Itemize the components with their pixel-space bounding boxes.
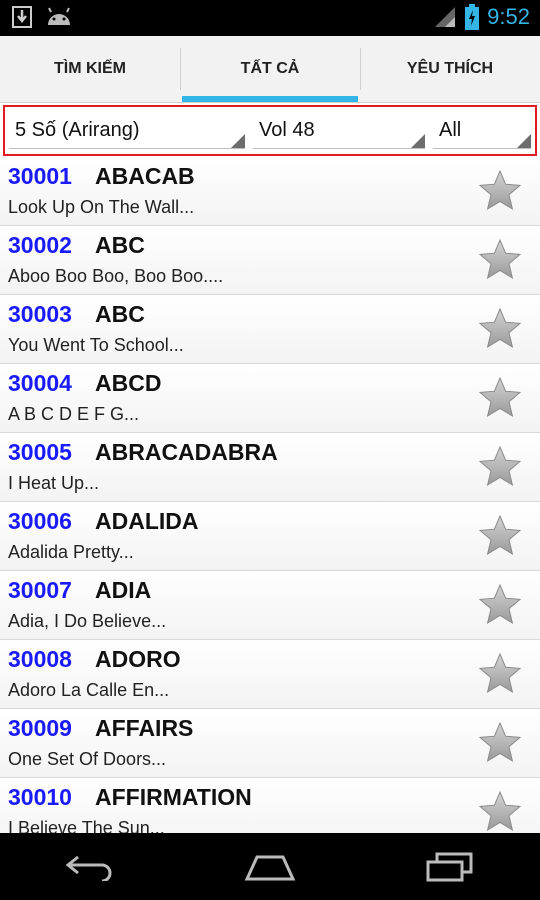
home-icon xyxy=(244,855,296,880)
scope-spinner-value: All xyxy=(439,118,462,141)
song-row[interactable]: 30008 ADORO Adoro La Calle En... xyxy=(0,640,540,709)
tab-all[interactable]: TẤT CẢ xyxy=(180,36,360,102)
song-number: 30004 xyxy=(8,370,72,396)
category-spinner-value: 5 Số (Arirang) xyxy=(15,118,140,141)
song-lyric: I Believe The Sun... xyxy=(8,818,165,833)
dropdown-arrow-icon xyxy=(231,133,245,148)
scope-spinner[interactable]: All xyxy=(433,113,531,149)
recent-apps-button[interactable] xyxy=(415,847,485,887)
song-title: ADALIDA xyxy=(95,508,199,534)
favorite-star-icon[interactable] xyxy=(478,307,522,351)
favorite-star-icon[interactable] xyxy=(478,514,522,558)
song-title: ABACAB xyxy=(95,163,195,189)
battery-charging-icon xyxy=(465,4,480,30)
song-number: 30002 xyxy=(8,232,72,258)
song-row[interactable]: 30003 ABC You Went To School... xyxy=(0,295,540,364)
tab-favorites[interactable]: YÊU THÍCH xyxy=(360,36,540,102)
clock: 9:52 xyxy=(487,4,530,29)
android-icon xyxy=(48,7,70,25)
song-title: AFFIRMATION xyxy=(95,784,252,810)
song-lyric: One Set Of Doors... xyxy=(8,749,167,769)
song-list[interactable]: 30001 ABACAB Look Up On The Wall... 30002 AB… xyxy=(0,157,540,833)
song-number: 30007 xyxy=(8,577,72,603)
song-title: ADIA xyxy=(95,577,152,603)
favorite-star-icon[interactable] xyxy=(478,721,522,765)
tab-bar: TÌM KIẾM TẤT CẢ YÊU THÍCH xyxy=(0,36,540,103)
song-title: ABC xyxy=(95,232,145,258)
status-bar: 9:52 xyxy=(0,0,540,36)
song-title: ABC xyxy=(95,301,145,327)
song-row[interactable]: 30004 ABCD A B C D E F G... xyxy=(0,364,540,433)
song-number: 30001 xyxy=(8,163,72,189)
song-title: ABRACADABRA xyxy=(95,439,278,465)
song-row[interactable]: 30005 ABRACADABRA I Heat Up... xyxy=(0,433,540,502)
song-row[interactable]: 30001 ABACAB Look Up On The Wall... xyxy=(0,157,540,226)
back-button[interactable] xyxy=(55,847,125,887)
favorite-star-icon[interactable] xyxy=(478,652,522,696)
song-lyric: Adia, I Do Believe... xyxy=(8,611,167,631)
home-button[interactable] xyxy=(235,847,305,887)
filter-bar: 5 Số (Arirang) Vol 48 All xyxy=(3,105,537,156)
favorite-star-icon[interactable] xyxy=(478,445,522,489)
song-lyric: You Went To School... xyxy=(8,335,184,355)
recent-apps-icon xyxy=(426,852,473,881)
song-number: 30008 xyxy=(8,646,72,672)
song-lyric: A B C D E F G... xyxy=(8,404,140,424)
song-title: AFFAIRS xyxy=(95,715,194,741)
favorite-star-icon[interactable] xyxy=(478,790,522,833)
song-lyric: Look Up On The Wall... xyxy=(8,197,195,217)
tab-search[interactable]: TÌM KIẾM xyxy=(0,36,180,102)
song-title: ABCD xyxy=(95,370,162,396)
favorite-star-icon[interactable] xyxy=(478,583,522,627)
song-title: ADORO xyxy=(95,646,181,672)
favorite-star-icon[interactable] xyxy=(478,376,522,420)
song-lyric: I Heat Up... xyxy=(8,473,100,493)
song-number: 30003 xyxy=(8,301,72,327)
signal-icon xyxy=(435,7,456,27)
favorite-star-icon[interactable] xyxy=(478,238,522,282)
song-number: 30009 xyxy=(8,715,72,741)
song-row[interactable]: 30006 ADALIDA Adalida Pretty... xyxy=(0,502,540,571)
volume-spinner-value: Vol 48 xyxy=(259,118,315,141)
song-row[interactable]: 30010 AFFIRMATION I Believe The Sun... xyxy=(0,778,540,833)
song-number: 30006 xyxy=(8,508,72,534)
song-row[interactable]: 30007 ADIA Adia, I Do Believe... xyxy=(0,571,540,640)
dropdown-arrow-icon xyxy=(517,133,531,148)
navigation-bar xyxy=(0,833,540,900)
song-row[interactable]: 30009 AFFAIRS One Set Of Doors... xyxy=(0,709,540,778)
back-icon xyxy=(65,855,112,881)
category-spinner[interactable]: 5 Số (Arirang) xyxy=(9,113,245,149)
song-lyric: Adalida Pretty... xyxy=(8,542,134,562)
song-number: 30005 xyxy=(8,439,72,465)
download-icon xyxy=(12,6,32,28)
volume-spinner[interactable]: Vol 48 xyxy=(253,113,425,149)
song-lyric: Aboo Boo Boo, Boo Boo.... xyxy=(8,266,224,286)
song-number: 30010 xyxy=(8,784,72,810)
dropdown-arrow-icon xyxy=(411,133,425,148)
favorite-star-icon[interactable] xyxy=(478,169,522,213)
song-lyric: Adoro La Calle En... xyxy=(8,680,170,700)
song-row[interactable]: 30002 ABC Aboo Boo Boo, Boo Boo.... xyxy=(0,226,540,295)
